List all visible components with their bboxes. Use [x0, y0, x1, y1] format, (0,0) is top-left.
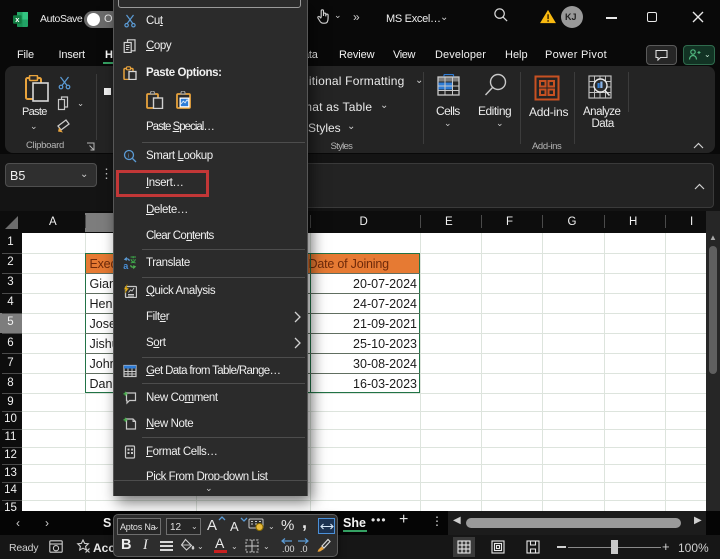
svg-text:a: a [123, 261, 129, 270]
svg-text:i: i [128, 152, 130, 159]
